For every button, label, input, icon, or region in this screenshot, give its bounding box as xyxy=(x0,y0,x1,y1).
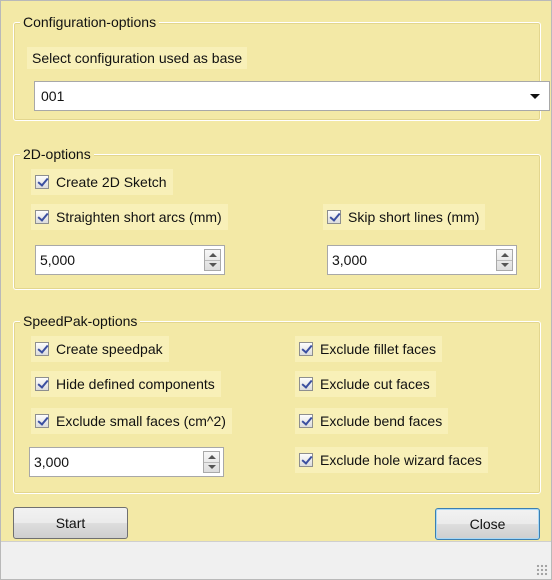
spin-up-icon[interactable] xyxy=(209,253,217,257)
spin-down-icon[interactable] xyxy=(208,465,216,469)
straighten-arcs-value[interactable]: 5,000 xyxy=(40,252,75,268)
hide-defined-components-label: Hide defined components xyxy=(56,376,215,392)
configuration-select-value: 001 xyxy=(41,88,65,104)
spin-down-icon[interactable] xyxy=(209,263,217,267)
spin-buttons[interactable] xyxy=(203,451,220,473)
create-2d-sketch-label: Create 2D Sketch xyxy=(56,174,167,190)
spin-up-icon[interactable] xyxy=(208,455,216,459)
speedpak-options-legend: SpeedPak-options xyxy=(20,313,141,329)
checkbox-checked-icon[interactable] xyxy=(299,414,313,428)
configuration-select[interactable]: 001 xyxy=(34,81,550,111)
checkbox-checked-icon[interactable] xyxy=(299,377,313,391)
small-faces-stepper[interactable]: 3,000 xyxy=(29,447,224,477)
configuration-options-legend: Configuration-options xyxy=(20,14,160,30)
resize-grip-icon[interactable] xyxy=(536,564,548,576)
spin-down-icon[interactable] xyxy=(501,263,509,267)
configuration-options-group: Configuration-options Select configurati… xyxy=(13,14,550,121)
select-configuration-label: Select configuration used as base xyxy=(27,47,248,69)
status-bar xyxy=(1,541,551,579)
exclude-cut-faces-checkbox[interactable]: Exclude cut faces xyxy=(295,371,436,397)
spin-up-icon[interactable] xyxy=(501,253,509,257)
checkbox-checked-icon[interactable] xyxy=(35,175,49,189)
close-button[interactable]: Close xyxy=(435,508,540,540)
straighten-short-arcs-checkbox[interactable]: Straighten short arcs (mm) xyxy=(31,204,228,230)
exclude-small-faces-checkbox[interactable]: Exclude small faces (cm^2) xyxy=(31,408,232,434)
speedpak-dialog: Configuration-options Select configurati… xyxy=(0,0,552,580)
hide-defined-components-checkbox[interactable]: Hide defined components xyxy=(31,371,221,397)
exclude-cut-faces-label: Exclude cut faces xyxy=(320,376,430,392)
checkbox-checked-icon[interactable] xyxy=(35,342,49,356)
straighten-short-arcs-label: Straighten short arcs (mm) xyxy=(56,209,222,225)
start-button[interactable]: Start xyxy=(13,507,128,539)
2d-options-legend: 2D-options xyxy=(20,146,94,162)
straighten-arcs-stepper[interactable]: 5,000 xyxy=(35,245,225,275)
skip-short-lines-label: Skip short lines (mm) xyxy=(348,209,480,225)
create-2d-sketch-checkbox[interactable]: Create 2D Sketch xyxy=(31,169,173,195)
checkbox-checked-icon[interactable] xyxy=(299,342,313,356)
checkbox-checked-icon[interactable] xyxy=(327,210,341,224)
checkbox-checked-icon[interactable] xyxy=(299,453,313,467)
spin-buttons[interactable] xyxy=(204,249,221,271)
chevron-down-icon[interactable] xyxy=(530,94,540,99)
spin-divider xyxy=(497,260,512,261)
create-speedpak-label: Create speedpak xyxy=(56,341,163,357)
exclude-fillet-faces-checkbox[interactable]: Exclude fillet faces xyxy=(295,336,442,362)
exclude-fillet-faces-label: Exclude fillet faces xyxy=(320,341,436,357)
exclude-small-faces-label: Exclude small faces (cm^2) xyxy=(56,413,226,429)
exclude-bend-faces-label: Exclude bend faces xyxy=(320,413,443,429)
create-speedpak-checkbox[interactable]: Create speedpak xyxy=(31,336,169,362)
spin-divider xyxy=(205,260,220,261)
checkbox-checked-icon[interactable] xyxy=(35,210,49,224)
checkbox-checked-icon[interactable] xyxy=(35,414,49,428)
skip-lines-stepper[interactable]: 3,000 xyxy=(327,245,517,275)
exclude-hole-wizard-faces-label: Exclude hole wizard faces xyxy=(320,452,482,468)
exclude-bend-faces-checkbox[interactable]: Exclude bend faces xyxy=(295,408,449,434)
skip-short-lines-checkbox[interactable]: Skip short lines (mm) xyxy=(323,204,486,230)
spin-buttons[interactable] xyxy=(496,249,513,271)
skip-lines-value[interactable]: 3,000 xyxy=(332,252,367,268)
checkbox-checked-icon[interactable] xyxy=(35,377,49,391)
spin-divider xyxy=(204,462,219,463)
exclude-hole-wizard-faces-checkbox[interactable]: Exclude hole wizard faces xyxy=(295,447,488,473)
small-faces-value[interactable]: 3,000 xyxy=(34,454,69,470)
